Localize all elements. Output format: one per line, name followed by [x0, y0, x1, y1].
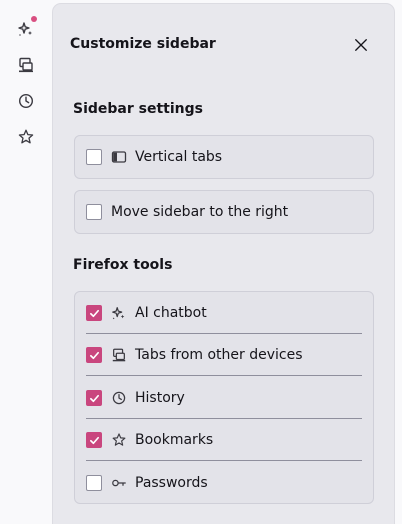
close-icon	[355, 39, 367, 51]
notification-dot	[31, 16, 37, 22]
passwords-checkbox[interactable]	[86, 475, 102, 491]
ai-chatbot-checkbox[interactable]	[86, 305, 102, 321]
vertical-tabs-icon	[111, 149, 127, 165]
vertical-tabs-checkbox[interactable]	[86, 149, 102, 165]
rail-synced-tabs-button[interactable]	[12, 51, 40, 79]
tool-option-ai-chatbot[interactable]: AI chatbot	[86, 293, 362, 334]
sidebar-rail	[0, 0, 52, 511]
firefox-tools-card: AI chatbot Tabs from other devices Histo…	[74, 291, 374, 504]
rail-history-button[interactable]	[12, 87, 40, 115]
passwords-label: Passwords	[135, 475, 208, 491]
vertical-tabs-option[interactable]: Vertical tabs	[86, 137, 362, 177]
move-sidebar-label: Move sidebar to the right	[111, 204, 289, 220]
tool-option-bookmarks[interactable]: Bookmarks	[86, 420, 362, 461]
sidebar-settings-heading: Sidebar settings	[73, 101, 203, 117]
history-label: History	[135, 390, 185, 406]
synced-tabs-checkbox[interactable]	[86, 347, 102, 363]
vertical-tabs-card: Vertical tabs	[74, 135, 374, 179]
vertical-tabs-label: Vertical tabs	[135, 149, 223, 165]
synced-tabs-icon	[19, 57, 33, 73]
move-sidebar-checkbox[interactable]	[86, 204, 102, 220]
key-icon	[111, 475, 127, 491]
close-button[interactable]	[350, 34, 372, 56]
bookmarks-label: Bookmarks	[135, 432, 214, 448]
bookmarks-checkbox[interactable]	[86, 432, 102, 448]
panel-title: Customize sidebar	[70, 36, 216, 52]
tool-option-history[interactable]: History	[86, 378, 362, 419]
synced-tabs-icon	[111, 347, 127, 363]
ai-chatbot-label: AI chatbot	[135, 305, 207, 321]
history-checkbox[interactable]	[86, 390, 102, 406]
firefox-tools-heading: Firefox tools	[73, 257, 173, 273]
sparkles-icon	[111, 305, 127, 321]
move-sidebar-option[interactable]: Move sidebar to the right	[86, 192, 362, 232]
tool-option-synced-tabs[interactable]: Tabs from other devices	[86, 335, 362, 376]
star-icon	[111, 432, 127, 448]
tool-option-passwords[interactable]: Passwords	[86, 463, 362, 503]
customize-sidebar-panel: Customize sidebar Sidebar settings Verti…	[53, 4, 394, 524]
move-sidebar-card: Move sidebar to the right	[74, 190, 374, 234]
synced-tabs-label: Tabs from other devices	[135, 347, 303, 363]
rail-bookmarks-button[interactable]	[12, 123, 40, 151]
rail-ai-chatbot-button[interactable]	[12, 15, 40, 43]
sparkles-icon	[18, 22, 32, 36]
star-icon	[18, 129, 34, 144]
clock-icon	[111, 390, 127, 406]
clock-icon	[18, 93, 34, 109]
